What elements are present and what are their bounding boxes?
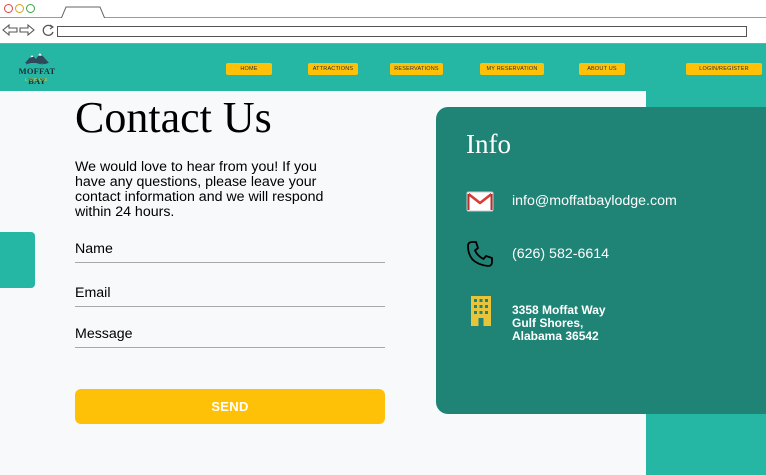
phone-icon: [467, 241, 493, 267]
intro-text: We would love to hear from you! If you h…: [75, 159, 324, 220]
email-field[interactable]: Email: [75, 285, 385, 307]
email-input[interactable]: [75, 285, 385, 306]
message-field[interactable]: Message: [75, 326, 385, 348]
building-icon: [471, 296, 491, 326]
logo-subtitle: LODGE: [25, 77, 49, 82]
minimize-window-icon[interactable]: [15, 4, 24, 13]
decorative-tab-left: [0, 232, 35, 288]
mountain-icon: [25, 53, 49, 65]
browser-titlebar: [0, 0, 766, 19]
address-line-3: Alabama 36542: [512, 329, 599, 343]
address-bar[interactable]: [57, 26, 747, 37]
reload-icon[interactable]: [41, 23, 57, 37]
browser-toolbar: [0, 18, 766, 44]
mail-icon: [466, 191, 494, 212]
site-logo[interactable]: MOFFAT BAY LODGE: [10, 50, 64, 86]
arrow-left-icon[interactable]: [2, 23, 18, 37]
contact-phone[interactable]: (626) 582-6614: [512, 246, 609, 262]
close-window-icon[interactable]: [4, 4, 13, 13]
maximize-window-icon[interactable]: [26, 4, 35, 13]
name-input[interactable]: [75, 241, 385, 262]
page-title: Contact Us: [75, 93, 272, 142]
contact-email[interactable]: info@moffatbaylodge.com: [512, 193, 677, 209]
nav-my-reservation[interactable]: MY RESERVATION: [480, 63, 544, 75]
nav-reservations[interactable]: RESERVATIONS: [390, 63, 443, 75]
contact-address: 3358 Moffat Way Gulf Shores, Alabama 365…: [512, 304, 606, 343]
info-title: Info: [466, 129, 511, 159]
nav-login-register[interactable]: LOGIN/REGISTER: [686, 63, 762, 75]
message-input[interactable]: [75, 326, 385, 347]
site-header: MOFFAT BAY LODGE HOME ATTRACTIONS RESERV…: [0, 44, 766, 91]
nav-home[interactable]: HOME: [226, 63, 272, 75]
send-button[interactable]: SEND: [75, 389, 385, 424]
arrow-right-icon[interactable]: [19, 23, 35, 37]
nav-attractions[interactable]: ATTRACTIONS: [308, 63, 358, 75]
nav-about-us[interactable]: ABOUT US: [579, 63, 625, 75]
logo-title: MOFFAT BAY: [18, 66, 56, 86]
name-field[interactable]: Name: [75, 241, 385, 263]
